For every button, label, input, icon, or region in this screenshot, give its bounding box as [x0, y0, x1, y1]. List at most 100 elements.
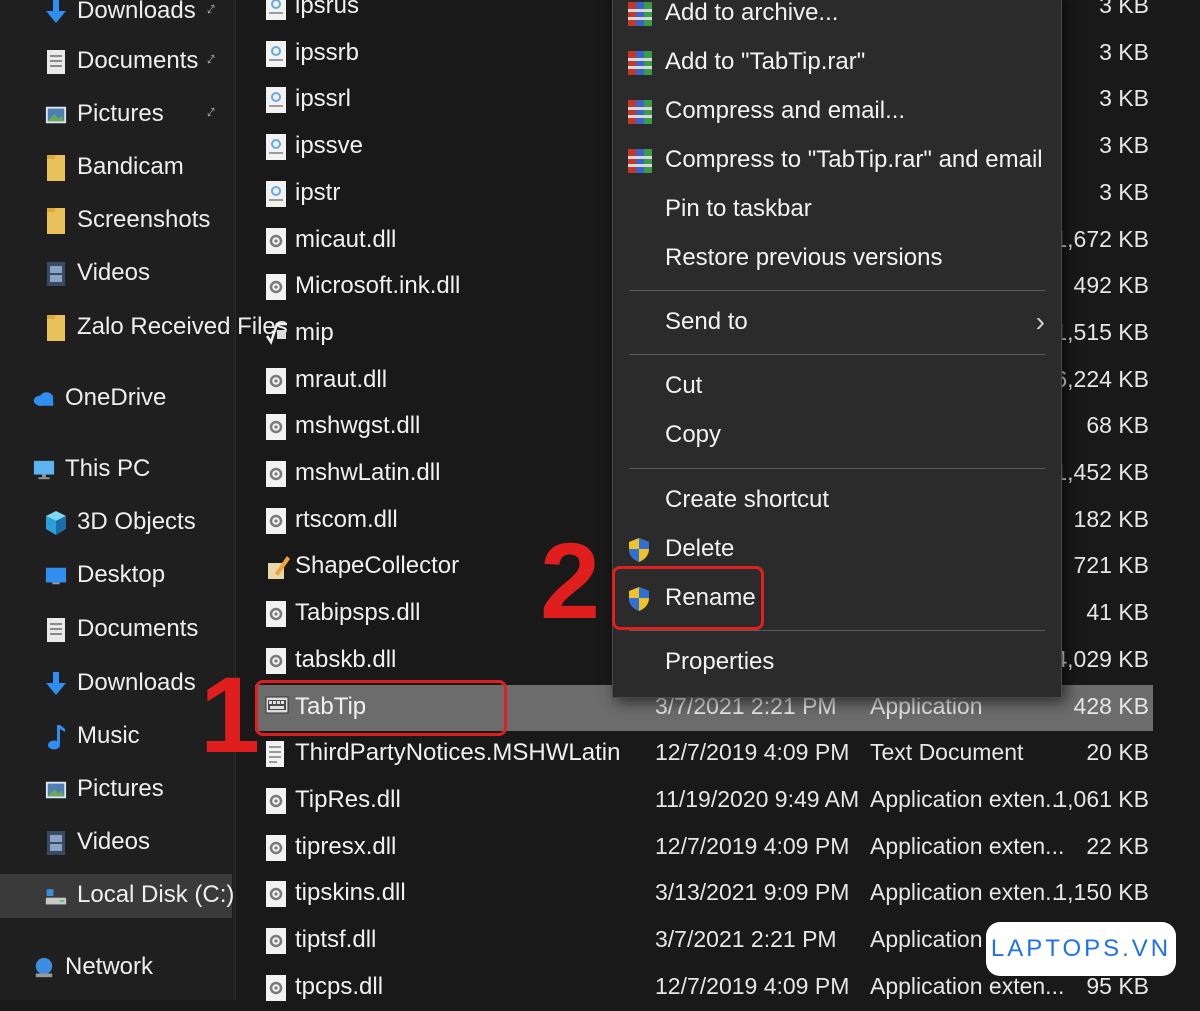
file-name: tipskins.dll: [295, 879, 406, 907]
sidebar-item-documents[interactable]: Documents ↕: [0, 40, 232, 84]
monitor-icon: [33, 458, 55, 482]
file-name: rtscom.dll: [295, 505, 398, 533]
chevron-right-icon: ›: [1035, 306, 1045, 337]
sidebar-item-this-pc[interactable]: This PC: [0, 448, 232, 492]
file-type: Application exten...: [870, 972, 1065, 999]
menu-item-compress-and-email[interactable]: Compress and email...: [613, 89, 1059, 135]
sidebar-item-videos[interactable]: Videos: [0, 252, 232, 296]
file-row[interactable]: tipskins.dll 3/13/2021 9:09 PM Application…: [255, 871, 1153, 917]
folder-icon: [45, 208, 67, 234]
math-input-icon: [265, 320, 287, 348]
sidebar-item-network[interactable]: Network: [0, 946, 232, 990]
menu-item-add-to-archive[interactable]: Add to archive...: [613, 0, 1059, 37]
dll-file-icon: [265, 880, 287, 908]
sidebar-item-bandicam[interactable]: Bandicam: [0, 146, 232, 190]
sidebar-item-screenshots[interactable]: Screenshots: [0, 199, 232, 243]
sidebar-item-pictures[interactable]: Pictures ↕: [0, 93, 232, 137]
pane-divider[interactable]: [235, 0, 236, 1000]
winrar-icon: [627, 1, 653, 27]
sidebar-item-onedrive[interactable]: OneDrive: [0, 377, 232, 421]
menu-item-restore-previous-versions[interactable]: Restore previous versions: [613, 236, 1059, 282]
file-name: mshwgst.dll: [295, 412, 421, 440]
step-number-1: 1: [200, 654, 261, 775]
sidebar-item-downloads[interactable]: Downloads: [0, 662, 232, 706]
sidebar-item-desktop[interactable]: Desktop: [0, 554, 232, 598]
menu-item-send-to[interactable]: Send to ›: [613, 300, 1059, 346]
file-name: ipstr: [295, 178, 341, 206]
pictures-icon: [45, 778, 67, 802]
file-size: 3 KB: [1099, 178, 1149, 205]
file-size: 22 KB: [1086, 832, 1149, 859]
file-type: Text Document: [870, 739, 1024, 766]
sidebar-item-music[interactable]: Music: [0, 715, 232, 759]
sidebar-item-label: Downloads: [77, 0, 196, 24]
document-icon: [45, 618, 67, 642]
file-name: ShapeCollector: [295, 552, 460, 580]
menu-item-pin-to-taskbar[interactable]: Pin to taskbar: [613, 187, 1059, 233]
menu-item-properties[interactable]: Properties: [613, 640, 1059, 686]
logo-text: LAPTOPS.VN: [990, 935, 1172, 962]
sidebar-item-label: Network: [65, 953, 154, 980]
download-arrow-icon: [45, 672, 67, 696]
dll-file-icon: [265, 600, 287, 628]
navigation-pane: Downloads ↕ Documents ↕ Pictures ↕ Bandicam Scr…: [0, 0, 288, 1000]
menu-item-label: Properties: [665, 648, 775, 675]
file-name: mshwLatin.dll: [295, 459, 441, 486]
sidebar-item-zalo-received-files[interactable]: Zalo Received Files: [0, 306, 288, 350]
sidebar-item-videos[interactable]: Videos: [0, 821, 232, 865]
sidebar-item-label: Documents: [77, 615, 199, 642]
file-size: 95 KB: [1086, 972, 1149, 999]
drive-icon: [45, 884, 67, 908]
sidebar-item-documents[interactable]: Documents: [0, 608, 232, 652]
sidebar-item-pictures[interactable]: Pictures: [0, 768, 232, 812]
folder-icon: [45, 155, 67, 181]
sidebar-item-label: Screenshots: [77, 206, 211, 233]
file-size: 6,224 KB: [1054, 365, 1149, 392]
dll-file-icon: [265, 273, 287, 301]
menu-separator: [629, 468, 1045, 469]
file-name: tabskb.dll: [295, 645, 397, 673]
pictures-icon: [45, 103, 67, 127]
menu-item-label: Pin to taskbar: [665, 195, 812, 222]
menu-item-add-to-tabtip-rar[interactable]: Add to "TabTip.rar": [613, 40, 1059, 86]
videos-icon: [45, 262, 67, 286]
config-file-icon: [265, 180, 287, 208]
file-name: Tabipsps.dll: [295, 599, 421, 627]
sidebar-item-label: Bandicam: [77, 153, 184, 180]
sidebar-item-3d-objects[interactable]: 3D Objects: [0, 501, 232, 545]
dll-file-icon: [265, 227, 287, 255]
menu-separator: [629, 290, 1045, 291]
file-size: 1,061 KB: [1054, 785, 1149, 812]
file-size: 1,452 KB: [1054, 459, 1149, 485]
file-row[interactable]: ThirdPartyNotices.MSHWLatin 12/7/2019 4:0…: [255, 731, 1153, 777]
menu-item-copy[interactable]: Copy: [613, 413, 1059, 459]
sidebar-item-downloads[interactable]: Downloads ↕: [0, 0, 232, 34]
winrar-icon: [627, 148, 653, 174]
cube-icon: [45, 511, 67, 535]
sidebar-item-label: Videos: [77, 828, 150, 855]
file-size: 3 KB: [1099, 85, 1149, 112]
file-name: ipssrb: [295, 38, 360, 66]
file-date-modified: 12/7/2019 4:09 PM: [655, 739, 850, 766]
sidebar-item-label: Downloads: [77, 669, 196, 696]
file-row[interactable]: tipresx.dll 12/7/2019 4:09 PM Application …: [255, 825, 1153, 871]
pin-icon: ↕: [202, 47, 222, 69]
menu-item-create-shortcut[interactable]: Create shortcut: [613, 478, 1059, 524]
file-name: ipssve: [295, 132, 364, 160]
uac-shield-icon: [627, 537, 653, 563]
menu-item-label: Delete: [665, 535, 735, 562]
file-type: Application exten...: [870, 879, 1065, 906]
sidebar-item-local-disk-c[interactable]: Local Disk (C:): [0, 874, 234, 918]
folder-icon: [45, 315, 67, 341]
file-name: mraut.dll: [295, 365, 388, 393]
sidebar-item-label: 3D Objects: [77, 508, 196, 535]
menu-item-cut[interactable]: Cut: [613, 364, 1059, 410]
menu-item-label: Add to "TabTip.rar": [665, 48, 866, 75]
dll-file-icon: [265, 974, 287, 1002]
file-row[interactable]: TipRes.dll 11/19/2020 9:49 AM Application …: [255, 778, 1153, 824]
cloud-icon: [33, 387, 55, 411]
config-file-icon: [265, 86, 287, 114]
file-name: tiptsf.dll: [295, 926, 377, 953]
step-number-2: 2: [540, 520, 601, 641]
menu-item-compress-to-tabtip-rar-and-email[interactable]: Compress to "TabTip.rar" and email: [613, 138, 1059, 184]
